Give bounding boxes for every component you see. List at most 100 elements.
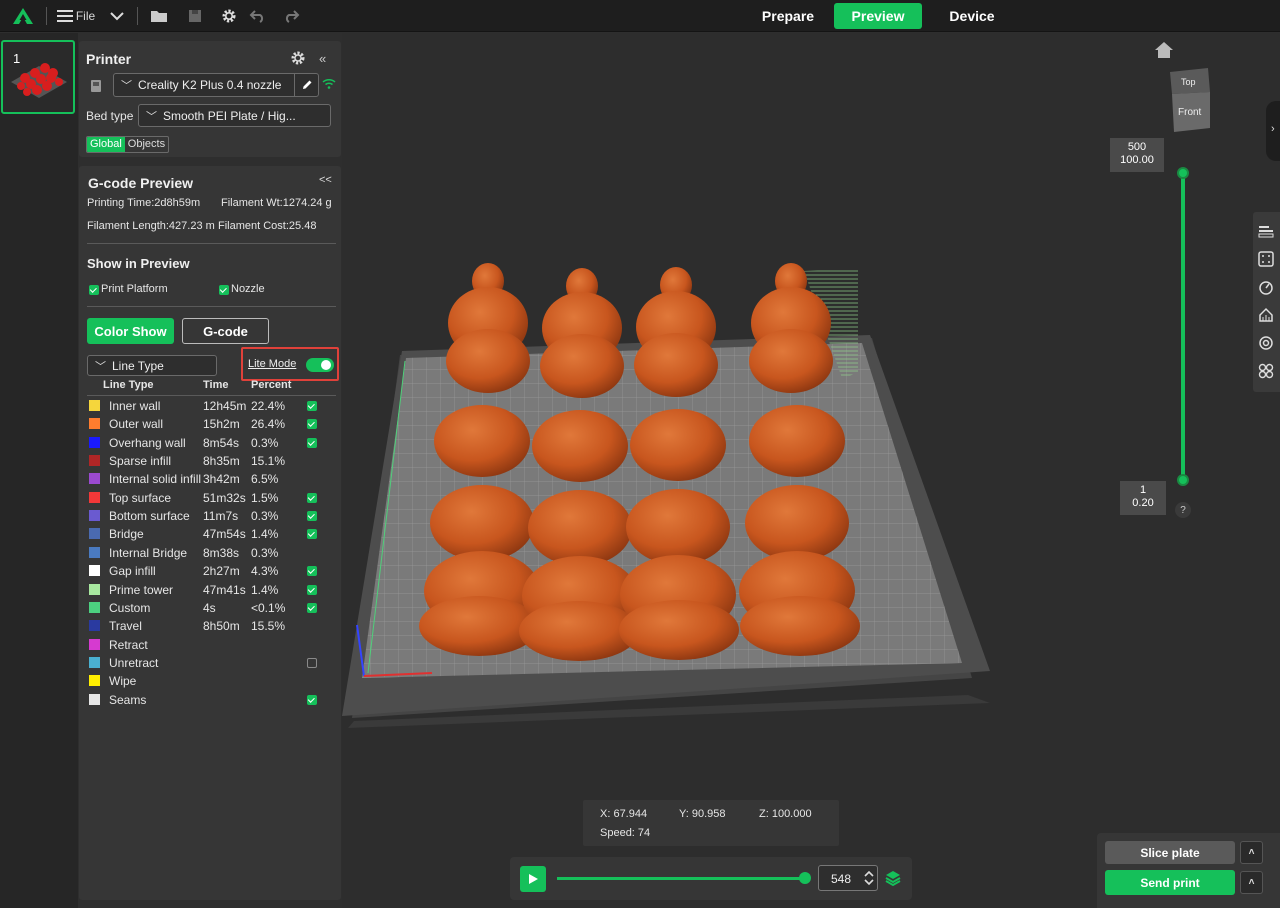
gear-icon[interactable] <box>218 0 240 32</box>
app-logo-icon[interactable] <box>10 0 36 32</box>
view-cube[interactable]: Top Front <box>1168 68 1210 132</box>
tab-prepare[interactable]: Prepare <box>750 3 826 29</box>
seam-icon[interactable] <box>1257 334 1275 352</box>
legend-percent: 15.5% <box>251 619 286 634</box>
legend-name: Outer wall <box>109 417 164 432</box>
bottom-layer-number: 1 <box>1139 484 1147 496</box>
printer-select[interactable]: ﹀ Creality K2 Plus 0.4 nozzle <box>113 73 319 97</box>
color-show-button[interactable]: Color Show <box>87 318 174 344</box>
legend-visibility-checkbox[interactable] <box>307 529 317 540</box>
chevron-down-icon: ﹀ <box>146 111 157 123</box>
undo-icon[interactable] <box>246 0 268 32</box>
col-percent: Percent <box>251 379 292 391</box>
legend-row: Retract <box>79 636 341 654</box>
layer-help-button[interactable]: ? <box>1175 502 1191 518</box>
legend-name: Prime tower <box>109 582 174 597</box>
filament-weight: Filament Wt:1274.24 g <box>221 197 332 209</box>
play-icon <box>529 874 538 884</box>
legend-name: Inner wall <box>109 399 161 413</box>
legend-visibility-checkbox[interactable] <box>307 602 317 613</box>
legend-visibility-checkbox[interactable] <box>307 419 317 430</box>
layers-stack-icon[interactable] <box>884 869 902 890</box>
layer-slider-top-handle[interactable] <box>1177 167 1189 179</box>
plate-thumbnail[interactable]: 1 <box>1 40 75 114</box>
plate-grid-icon[interactable] <box>1257 250 1275 268</box>
legend-visibility-checkbox[interactable] <box>307 694 317 705</box>
redo-icon[interactable] <box>281 0 303 32</box>
right-toolbar <box>1253 212 1280 392</box>
legend-visibility-checkbox[interactable] <box>307 492 317 503</box>
gcode-collapse-button[interactable]: << <box>319 174 332 186</box>
lite-mode-toggle[interactable] <box>306 358 334 372</box>
legend-row: Prime tower 47m41s 1.4% <box>79 581 341 599</box>
arrange-icon[interactable] <box>1257 362 1275 380</box>
legend-time: 51m32s <box>203 490 246 505</box>
model-part <box>532 410 628 482</box>
bed-type-label: Bed type <box>86 109 134 123</box>
legend-time: 11m7s <box>203 509 239 524</box>
legend-swatch <box>89 693 100 705</box>
legend-name: Bottom surface <box>109 509 190 524</box>
edit-pencil-icon[interactable] <box>294 74 318 96</box>
chevron-down-icon: ﹀ <box>95 361 106 373</box>
layer-slider-track[interactable] <box>1181 173 1185 480</box>
tab-device[interactable]: Device <box>934 3 1010 29</box>
legend-visibility-checkbox[interactable] <box>307 584 317 595</box>
print-platform-checkbox[interactable] <box>89 285 99 295</box>
model-part <box>634 333 718 397</box>
line-type-select[interactable]: ﹀ Line Type <box>87 355 217 376</box>
send-print-button[interactable]: Send print <box>1105 870 1235 895</box>
legend-percent: <0.1% <box>251 600 286 615</box>
legend-visibility-checkbox[interactable] <box>307 657 317 668</box>
play-button[interactable] <box>520 866 546 892</box>
legend-percent: 1.4% <box>251 527 279 542</box>
bed-type-select[interactable]: ﹀ Smooth PEI Plate / Hig... <box>138 104 331 127</box>
legend-row: Internal solid infill 3h42m 6.5% <box>79 470 341 488</box>
nozzle-checkbox[interactable] <box>219 285 229 295</box>
legend-name: Internal Bridge <box>109 545 188 560</box>
save-icon[interactable] <box>184 0 206 32</box>
speed-gauge-icon[interactable] <box>1257 278 1275 296</box>
global-tab[interactable]: Global <box>87 137 125 152</box>
print-platform-label: Print Platform <box>101 283 168 295</box>
chevron-down-icon[interactable] <box>106 0 128 32</box>
filament-length: Filament Length:427.23 m <box>87 220 215 232</box>
legend-swatch <box>89 528 100 540</box>
divider <box>87 306 336 307</box>
legend-visibility-checkbox[interactable] <box>307 437 317 448</box>
model-part <box>749 405 845 477</box>
speed-readout: Speed: 74 <box>600 827 651 839</box>
collapse-panel-icon[interactable]: « <box>319 51 326 66</box>
legend-name: Retract <box>109 637 148 652</box>
side-expand-tab[interactable]: › <box>1266 101 1280 161</box>
move-index-stepper[interactable]: 548 <box>818 865 878 891</box>
stepper-arrows-icon[interactable] <box>864 870 874 886</box>
top-layer-number: 500 <box>1127 141 1147 153</box>
legend-swatch <box>89 400 100 411</box>
playback-slider[interactable] <box>557 877 805 880</box>
plate-preview-image <box>11 63 67 98</box>
playback-slider-handle[interactable] <box>799 872 811 884</box>
legend-name: Seams <box>109 692 147 707</box>
tab-preview[interactable]: Preview <box>834 3 922 29</box>
legend-visibility-checkbox[interactable] <box>307 566 317 577</box>
col-time: Time <box>203 379 229 391</box>
home-icon[interactable] <box>1154 41 1174 62</box>
objects-tab[interactable]: Objects <box>125 137 168 152</box>
legend-time: 2h27m <box>203 564 240 579</box>
file-menu-button[interactable]: File <box>56 0 96 32</box>
layers-icon[interactable] <box>1257 222 1275 240</box>
legend-visibility-checkbox[interactable] <box>307 401 317 411</box>
open-folder-icon[interactable] <box>148 0 170 32</box>
send-options-chevron-up-icon[interactable]: ˄ <box>1240 871 1263 894</box>
legend-visibility-checkbox[interactable] <box>307 511 317 522</box>
layer-slider-bottom-handle[interactable] <box>1177 474 1189 486</box>
support-icon[interactable] <box>1257 306 1275 324</box>
gcode-button[interactable]: G-code <box>182 318 269 344</box>
legend-swatch <box>89 473 100 485</box>
legend-row: Bottom surface 11m7s 0.3% <box>79 507 341 525</box>
slice-plate-button[interactable]: Slice plate <box>1105 841 1235 864</box>
gcode-player: 548 <box>510 857 912 900</box>
printer-settings-icon[interactable] <box>290 50 306 66</box>
slice-options-chevron-up-icon[interactable]: ˄ <box>1240 841 1263 864</box>
